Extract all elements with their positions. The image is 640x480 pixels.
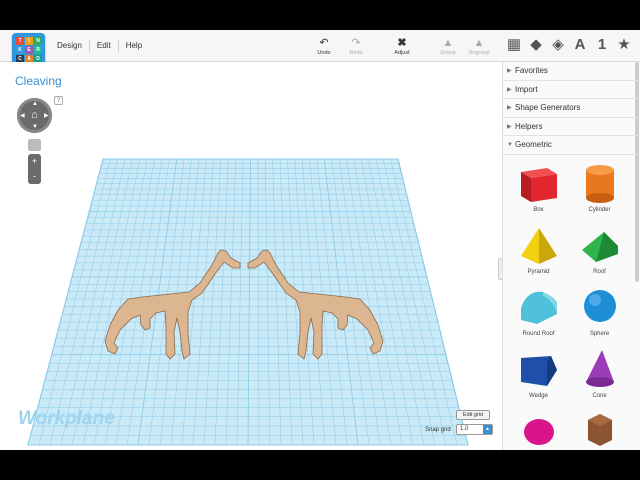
sphere-icon [583,289,616,322]
fit-view-button[interactable] [28,139,41,151]
cube-view-icon[interactable]: ◆ [528,34,544,56]
home-view-icon[interactable]: ⌂ [28,109,41,122]
pyramid-icon [520,227,557,264]
undo-button[interactable]: ↶ Undo [307,36,341,56]
shape-label: Pyramid [527,268,550,275]
shape-label: Roof [593,268,606,275]
workplane-label: Workplane [18,408,115,429]
menu-edit[interactable]: Edit [90,40,119,52]
section-helpers[interactable]: ▶ Helpers [503,118,640,136]
group-label: Group [440,50,456,56]
torus-icon [523,418,554,445]
round-roof-icon [520,291,557,324]
triangle-right-icon: ▶ [507,105,512,111]
section-label: Geometric [515,140,552,149]
wireframe-cube-icon[interactable]: ◈ [550,34,566,56]
logo-letter: K [16,46,24,54]
main-menu: Design Edit Help [50,40,149,52]
workplane-grid[interactable] [0,62,500,450]
section-import[interactable]: ▶ Import [503,81,640,99]
shape-cylinder[interactable]: Cylinder [569,158,630,220]
logo-letter: N [34,37,42,45]
triangle-right-icon: ▶ [507,123,512,130]
cone-icon [585,349,614,387]
orbit-down-icon[interactable]: ▼ [32,124,38,130]
shape-label: Cylinder [588,206,611,213]
tinkercad-editor: T I N K E R C A D Design Edit Help ↶ Und… [0,30,640,450]
triangle-down-icon: ▼ [507,142,513,148]
undo-label: Undo [317,50,331,56]
group-button[interactable]: ▲ Group [431,36,465,56]
cylinder-icon [585,164,614,203]
menu-design[interactable]: Design [50,40,90,52]
grid-view-icon[interactable]: ▦ [506,34,522,56]
shape-magenta[interactable] [508,406,569,451]
triangle-right-icon: ▶ [507,68,512,74]
section-label: Helpers [515,121,543,131]
shape-brown[interactable] [569,406,630,451]
design-title[interactable]: Cleaving [15,74,62,88]
ungroup-icon: ▲ [473,37,485,49]
redo-button[interactable]: ↷ Redo [339,36,373,56]
view-controls: ▦ ◆ ◈ A 1 ★ [506,34,640,56]
zoom-out-button[interactable]: - [28,169,41,184]
text-tool-a[interactable]: A [572,34,588,56]
ungroup-label: Ungroup [468,50,490,56]
section-shape-generators[interactable]: ▶ Shape Generators [503,99,640,118]
menu-help[interactable]: Help [119,40,149,52]
edit-grid-button[interactable]: Edit grid [456,410,490,420]
section-label: Import [515,84,538,94]
adjust-label: Adjust [394,50,410,56]
snap-grid-label: Snap grid [425,427,451,433]
shape-label: Sphere [589,330,610,337]
shape-cone[interactable]: Cone [569,344,630,406]
top-toolbar: T I N K E R C A D Design Edit Help ↶ Und… [0,30,640,66]
shape-label: Wedge [529,392,548,399]
shape-roof[interactable]: Roof [569,220,630,282]
section-label: Shape Generators [515,103,581,112]
roof-icon [581,231,618,262]
ungroup-button[interactable]: ▲ Ungroup [462,36,496,56]
snap-grid-value: 1.0 [460,426,469,432]
wedge-icon [520,355,557,386]
redo-label: Redo [349,50,363,56]
logo-letter: E [25,46,33,54]
snap-grid-select[interactable]: 1.0 ▲ [456,424,493,435]
shape-palette: Box Cylinder Pyramid Roof Round Roof Sph… [503,158,640,451]
zoom-control: + - [28,154,41,184]
adjust-icon: ✖ [397,37,407,49]
shape-pyramid[interactable]: Pyramid [508,220,569,282]
shape-sphere[interactable]: Sphere [569,282,630,344]
group-icon: ▲ [442,37,454,49]
number-tool-1[interactable]: 1 [594,34,610,56]
section-geometric[interactable]: ▼ Geometric [503,136,640,155]
logo-letter: T [16,37,24,45]
shapes-sidebar: ▶ Favorites ▶ Import ▶ Shape Generators ▶ He… [502,62,640,450]
section-favorites[interactable]: ▶ Favorites [503,62,640,81]
triangle-right-icon: ▶ [507,86,512,93]
adjust-button[interactable]: ✖ Adjust [385,36,419,56]
redo-icon: ↷ [351,37,361,49]
shape-box[interactable]: Box [508,158,569,220]
shape-label: Round Roof [522,330,555,337]
shape-round-roof[interactable]: Round Roof [508,282,569,344]
chevron-down-icon: ▲ [483,425,492,434]
orbit-up-icon[interactable]: ▲ [32,101,38,107]
undo-icon: ↶ [319,37,329,49]
polygon-icon [587,413,612,446]
view-navigation-wheel[interactable]: ▲ ▼ ◀ ▶ ⌂ [17,98,52,133]
shape-wedge[interactable]: Wedge [508,344,569,406]
logo-letter: I [25,37,33,45]
shape-label: Box [533,206,544,213]
box-icon [520,167,557,202]
view-help-button[interactable]: ? [54,96,63,105]
section-label: Favorites [515,66,548,75]
logo-letter: R [34,46,42,54]
shape-label: Cone [592,392,607,399]
star-icon[interactable]: ★ [616,34,632,56]
orbit-right-icon[interactable]: ▶ [44,113,49,119]
orbit-left-icon[interactable]: ◀ [20,113,25,119]
3d-viewport[interactable]: Cleaving ▲ ▼ ◀ ▶ ⌂ ? + - Workplane Edit … [0,62,500,450]
zoom-in-button[interactable]: + [28,154,41,169]
